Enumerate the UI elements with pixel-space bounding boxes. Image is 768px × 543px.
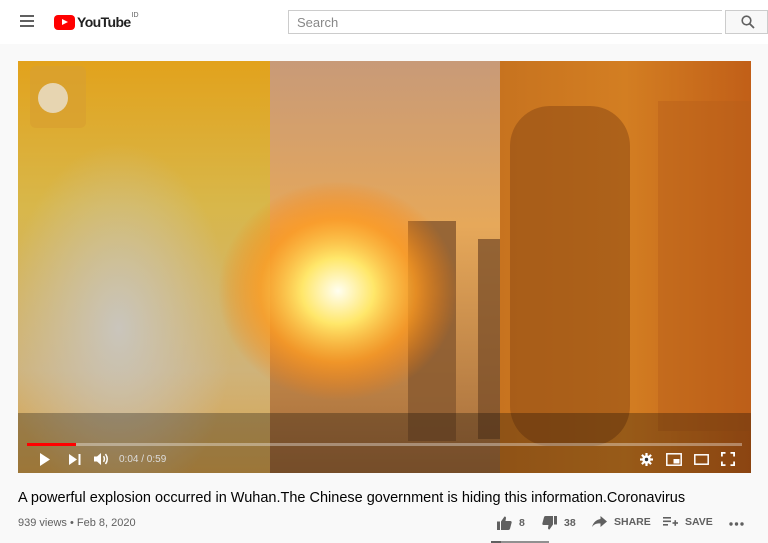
video-player[interactable]: 0:04 / 0:59 [18,61,751,473]
save-button[interactable]: SAVE [663,516,713,528]
search-button[interactable] [725,10,768,34]
masthead: YouTube ID [0,0,768,44]
thumbs-up-icon [497,516,512,530]
video-title: A powerful explosion occurred in Wuhan.T… [18,490,686,506]
share-label: SHARE [614,516,651,528]
play-icon[interactable] [39,453,51,466]
video-meta: 939 views • Feb 8, 2020 [18,517,136,529]
dislike-button[interactable]: 38 [542,516,576,530]
progress-bar[interactable] [27,443,742,446]
settings-icon[interactable] [640,453,653,466]
youtube-logo-icon [54,14,75,30]
miniplayer-icon[interactable] [666,453,682,466]
time-display: 0:04 / 0:59 [119,454,167,465]
theater-icon[interactable] [694,454,709,465]
playlist-add-icon [663,517,678,526]
fullscreen-icon[interactable] [721,452,735,466]
channel-watermark[interactable] [30,66,86,128]
logo-text: YouTube [77,14,131,30]
save-label: SAVE [685,516,713,528]
share-icon [592,516,607,527]
more-icon[interactable] [729,522,744,526]
share-button[interactable]: SHARE [592,516,651,528]
like-count: 8 [519,517,525,529]
volume-icon[interactable] [94,452,110,466]
video-frame[interactable] [18,61,751,473]
progress-played [27,443,76,446]
like-button[interactable]: 8 [497,516,525,530]
next-icon[interactable] [69,454,81,465]
search-icon [741,15,755,29]
search-input[interactable] [288,10,722,34]
youtube-logo[interactable]: YouTube ID [54,12,139,32]
country-code: ID [131,11,139,19]
menu-icon[interactable] [20,15,34,27]
dislike-count: 38 [564,517,576,529]
thumbs-down-icon [542,516,557,530]
